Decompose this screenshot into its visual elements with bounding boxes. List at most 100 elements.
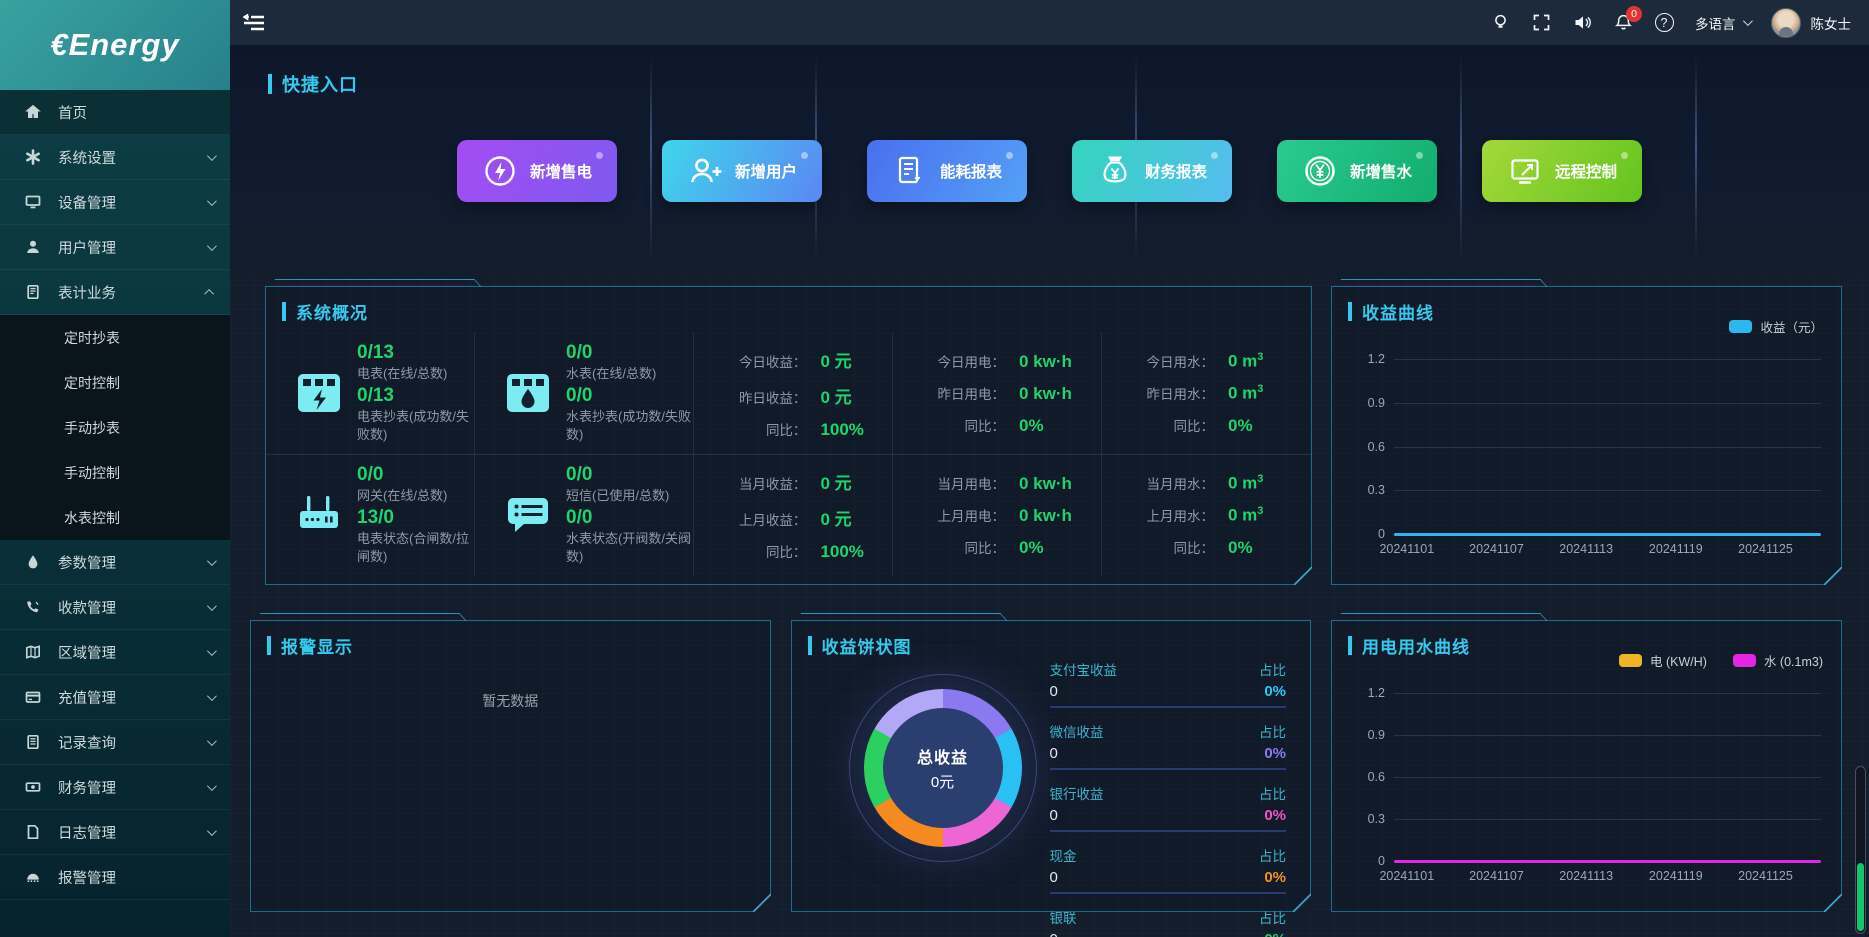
phone-call-icon	[24, 599, 41, 616]
user-plus-icon	[687, 153, 723, 189]
scrollbar-thumb[interactable]	[1857, 863, 1864, 931]
remote-monitor-icon	[1507, 153, 1543, 189]
remote-control-button[interactable]: 远程控制	[1482, 140, 1642, 202]
legend-item-revenue[interactable]: 收益（元）	[1729, 317, 1823, 336]
quick-entry-buttons: 新增售电 新增用户 能耗报表 财务报表	[230, 140, 1869, 202]
sidebar-item-area-management[interactable]: 区域管理	[0, 630, 230, 675]
yuan-coin-icon	[1302, 153, 1338, 189]
help-icon[interactable]: ?	[1654, 13, 1674, 33]
records-icon	[24, 734, 41, 751]
list-item-alipay: 支付宝收益占比 00%	[1050, 659, 1287, 708]
sidebar-item-parameter-management[interactable]: 参数管理	[0, 540, 230, 585]
electric-meter-stat: 0/13 电表(在线/总数) 0/13 电表抄表(成功数/失败数)	[266, 333, 475, 455]
fullscreen-icon[interactable]	[1531, 13, 1551, 33]
panel-decoration	[753, 894, 771, 912]
banknote-icon	[24, 779, 41, 796]
theme-bulb-icon[interactable]	[1490, 13, 1510, 33]
water-meter-stat: 0/0 水表(在线/总数) 0/0 水表抄表(成功数/失败数)	[475, 333, 694, 455]
gateway-stat: 0/0 网关(在线/总数) 13/0 电表状态(合闸数/拉闸数)	[266, 455, 475, 577]
chevron-down-icon	[207, 646, 217, 656]
chevron-down-icon	[207, 781, 217, 791]
sidebar-item-manual-control[interactable]: 手动控制	[0, 450, 230, 495]
revenue-donut-chart: 总收益 0元	[864, 689, 1022, 847]
sidebar-item-device-management[interactable]: 设备管理	[0, 180, 230, 225]
bolt-circle-icon	[482, 153, 518, 189]
vertical-scrollbar[interactable]	[1855, 766, 1866, 934]
panel-decoration	[274, 279, 481, 287]
collapse-sidebar-icon[interactable]	[243, 14, 265, 32]
user-menu[interactable]: 陈女士	[1771, 8, 1852, 38]
notification-bell-icon[interactable]: 0	[1613, 13, 1633, 33]
alarm-display-panel: 报警显示 暂无数据	[250, 620, 771, 912]
sidebar: €Energy 首页 系统设置 设备管理 用户管理	[0, 0, 230, 937]
sidebar-item-finance-management[interactable]: 财务管理	[0, 765, 230, 810]
title-accent-bar	[267, 636, 271, 655]
chevron-down-icon	[207, 241, 217, 251]
legend-item-electricity[interactable]: 电 (KW/H)	[1619, 651, 1707, 670]
new-electricity-sale-button[interactable]: 新增售电	[457, 140, 617, 202]
gateway-icon	[296, 492, 342, 538]
chevron-down-icon	[207, 151, 217, 161]
revenue-curve-panel: 收益曲线 收益（元） 1.2	[1331, 286, 1842, 585]
sidebar-item-scheduled-reading[interactable]: 定时抄表	[0, 315, 230, 360]
sidebar-item-alarm-management[interactable]: 报警管理	[0, 855, 230, 900]
username: 陈女士	[1811, 13, 1852, 33]
logo-text: €Energy	[50, 27, 179, 63]
sidebar-item-manual-reading[interactable]: 手动抄表	[0, 405, 230, 450]
bottom-row: 报警显示 暂无数据 收益饼状图 总收益 0元	[250, 620, 1842, 912]
sidebar-item-scheduled-control[interactable]: 定时控制	[0, 360, 230, 405]
sidebar-item-payment-management[interactable]: 收款管理	[0, 585, 230, 630]
speaker-icon[interactable]	[1572, 13, 1592, 33]
list-item-unionpay: 银联占比 00%	[1050, 907, 1287, 937]
new-water-sale-button[interactable]: 新增售水	[1277, 140, 1437, 202]
title-accent-bar	[808, 636, 812, 655]
sidebar-nav: 首页 系统设置 设备管理 用户管理 表计业务	[0, 90, 230, 937]
sidebar-submenu-meter-business: 定时抄表 定时控制 手动抄表 手动控制 水表控制	[0, 315, 230, 540]
sidebar-item-home[interactable]: 首页	[0, 90, 230, 135]
document-icon	[24, 824, 41, 841]
language-selector[interactable]: 多语言	[1695, 13, 1750, 33]
list-item-cash: 现金占比 00%	[1050, 845, 1287, 894]
legend-swatch	[1619, 654, 1642, 667]
new-user-button[interactable]: 新增用户	[662, 140, 822, 202]
revenue-series-line	[1394, 533, 1821, 536]
avatar	[1771, 8, 1801, 38]
sms-icon	[505, 492, 551, 538]
list-item-bank: 银行收益占比 00%	[1050, 783, 1287, 832]
topbar: 0 ? 多语言 陈女士	[230, 0, 1869, 45]
energy-report-button[interactable]: 能耗报表	[867, 140, 1027, 202]
legend-swatch	[1733, 654, 1756, 667]
revenue-breakdown-list: 支付宝收益占比 00% 微信收益占比 00% 银行收益占比 00% 现金占比	[1050, 659, 1287, 937]
sidebar-item-water-meter-control[interactable]: 水表控制	[0, 495, 230, 540]
topbar-actions: 0 ? 多语言 陈女士	[1490, 8, 1851, 38]
gridline	[1394, 693, 1821, 694]
home-icon	[24, 104, 41, 121]
sms-stat: 0/0 短信(已使用/总数) 0/0 水表状态(开阀数/关阀数)	[475, 455, 694, 577]
panel-decoration	[1340, 613, 1547, 621]
usage-legend: 电 (KW/H) 水 (0.1m3)	[1619, 651, 1823, 670]
legend-item-water[interactable]: 水 (0.1m3)	[1733, 651, 1823, 670]
quick-entry-title: 快捷入口	[268, 71, 358, 97]
sidebar-item-log-management[interactable]: 日志管理	[0, 810, 230, 855]
revenue-legend: 收益（元）	[1729, 317, 1823, 336]
panel-decoration	[1824, 894, 1842, 912]
gridline	[1394, 359, 1821, 360]
sidebar-item-system-settings[interactable]: 系统设置	[0, 135, 230, 180]
user-icon	[24, 239, 41, 256]
quick-entry-banner: 快捷入口 新增售电 新增用户 能耗报表	[230, 45, 1869, 278]
sidebar-item-record-query[interactable]: 记录查询	[0, 720, 230, 765]
water-series-line	[1394, 860, 1821, 863]
finance-report-button[interactable]: 财务报表	[1072, 140, 1232, 202]
alarm-icon	[24, 869, 41, 886]
notification-badge: 0	[1626, 6, 1642, 22]
water-today-stats: 今日用水：0 m3 昨日用水：0 m3 同比：0%	[1102, 333, 1311, 455]
overview-row: 系统概况 0/13 电表(在线/总数) 0/13 电表抄表(成	[265, 286, 1842, 585]
sidebar-item-recharge-management[interactable]: 充值管理	[0, 675, 230, 720]
gridline	[1394, 403, 1821, 404]
sidebar-item-meter-business[interactable]: 表计业务	[0, 270, 230, 315]
chevron-down-icon	[207, 556, 217, 566]
revenue-pie-title: 收益饼状图	[808, 633, 912, 658]
donut-center: 总收益 0元	[883, 708, 1003, 828]
sidebar-item-user-management[interactable]: 用户管理	[0, 225, 230, 270]
main-area: 0 ? 多语言 陈女士	[230, 0, 1869, 937]
